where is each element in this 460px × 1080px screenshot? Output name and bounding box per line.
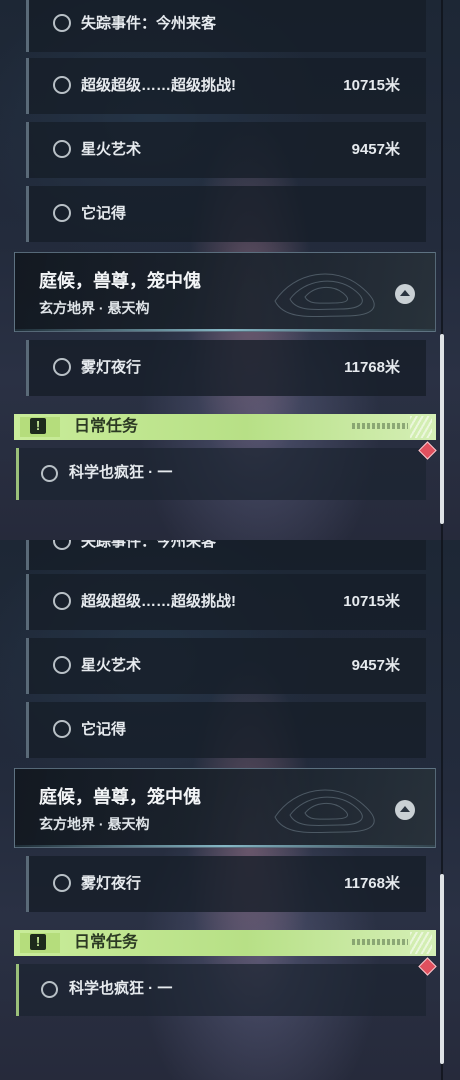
- topo-contour-decoration: [274, 273, 375, 318]
- mission-title: 雾灯夜行: [81, 875, 142, 892]
- header-decoration: [352, 939, 408, 945]
- region-subtitle: 玄方地界 · 悬天构: [39, 816, 150, 832]
- mission-title: 失踪事件：今州来客: [81, 540, 217, 550]
- region-header[interactable]: 庭候，兽尊，笼中傀 玄方地界 · 悬天构: [14, 252, 436, 332]
- daily-task-icon: !: [20, 417, 60, 437]
- mission-status-circle-icon: [53, 358, 71, 376]
- topo-contour-decoration: [274, 789, 375, 834]
- mission-row[interactable]: 星火艺术 9457米: [26, 638, 426, 694]
- collapse-chevron-up-icon[interactable]: [395, 800, 415, 820]
- daily-tasks-label: 日常任务: [74, 418, 139, 435]
- mission-status-circle-icon: [53, 874, 71, 892]
- daily-task-row[interactable]: 科学也疯狂 · 一: [16, 964, 426, 1016]
- mission-status-circle-icon: [53, 656, 71, 674]
- mission-row[interactable]: 它记得: [26, 702, 426, 758]
- daily-tasks-header[interactable]: ! 日常任务: [14, 414, 436, 440]
- mission-row[interactable]: 超级超级……超级挑战! 10715米: [26, 574, 426, 630]
- mission-row[interactable]: 超级超级……超级挑战! 10715米: [26, 58, 426, 114]
- mission-row[interactable]: 失踪事件：今州来客: [26, 540, 426, 570]
- mission-row[interactable]: 失踪事件：今州来客: [26, 0, 426, 52]
- mission-title: 超级超级……超级挑战!: [81, 593, 236, 610]
- daily-task-icon: !: [20, 933, 60, 953]
- mission-row[interactable]: 星火艺术 9457米: [26, 122, 426, 178]
- mission-distance: 11768米: [344, 875, 400, 892]
- region-title: 庭候，兽尊，笼中傀: [39, 271, 201, 291]
- mission-title: 星火艺术: [81, 141, 142, 158]
- task-status-circle-icon: [41, 981, 58, 998]
- mission-status-circle-icon: [53, 592, 71, 610]
- region-header[interactable]: 庭候，兽尊，笼中傀 玄方地界 · 悬天构: [14, 768, 436, 848]
- mission-panel-top: 失踪事件：今州来客 超级超级……超级挑战! 10715米 星火艺术 9457米 …: [0, 0, 460, 540]
- daily-task-title: 科学也疯狂 · 一: [69, 464, 173, 481]
- mission-title: 它记得: [81, 721, 127, 738]
- mission-distance: 10715米: [343, 77, 400, 94]
- mission-row[interactable]: 它记得: [26, 186, 426, 242]
- header-stripes-decoration: [410, 416, 432, 438]
- daily-task-title: 科学也疯狂 · 一: [69, 980, 173, 997]
- collapse-chevron-up-icon[interactable]: [395, 284, 415, 304]
- daily-task-row[interactable]: 科学也疯狂 · 一: [16, 448, 426, 500]
- region-subtitle: 玄方地界 · 悬天构: [39, 300, 150, 316]
- mission-distance: 9457米: [351, 657, 400, 674]
- mission-status-circle-icon: [53, 140, 71, 158]
- scroll-thumb[interactable]: [440, 334, 444, 524]
- mission-distance: 9457米: [351, 141, 400, 158]
- mission-title: 雾灯夜行: [81, 359, 142, 376]
- mission-status-circle-icon: [53, 14, 71, 32]
- mission-title: 它记得: [81, 205, 127, 222]
- mission-status-circle-icon: [53, 540, 71, 550]
- mission-title: 超级超级……超级挑战!: [81, 77, 236, 94]
- mission-distance: 10715米: [343, 593, 400, 610]
- header-stripes-decoration: [410, 932, 432, 954]
- mission-title: 失踪事件：今州来客: [81, 15, 217, 32]
- mission-status-circle-icon: [53, 204, 71, 222]
- mission-panel-bottom: 失踪事件：今州来客 超级超级……超级挑战! 10715米 星火艺术 9457米 …: [0, 540, 460, 1080]
- mission-row[interactable]: 雾灯夜行 11768米: [26, 340, 426, 396]
- header-decoration: [352, 423, 408, 429]
- mission-title: 星火艺术: [81, 657, 142, 674]
- scroll-thumb[interactable]: [440, 874, 444, 1064]
- mission-row[interactable]: 雾灯夜行 11768米: [26, 856, 426, 912]
- mission-status-circle-icon: [53, 76, 71, 94]
- mission-distance: 11768米: [344, 359, 400, 376]
- daily-tasks-label: 日常任务: [74, 934, 139, 951]
- task-status-circle-icon: [41, 465, 58, 482]
- daily-tasks-header[interactable]: ! 日常任务: [14, 930, 436, 956]
- region-title: 庭候，兽尊，笼中傀: [39, 787, 201, 807]
- mission-status-circle-icon: [53, 720, 71, 738]
